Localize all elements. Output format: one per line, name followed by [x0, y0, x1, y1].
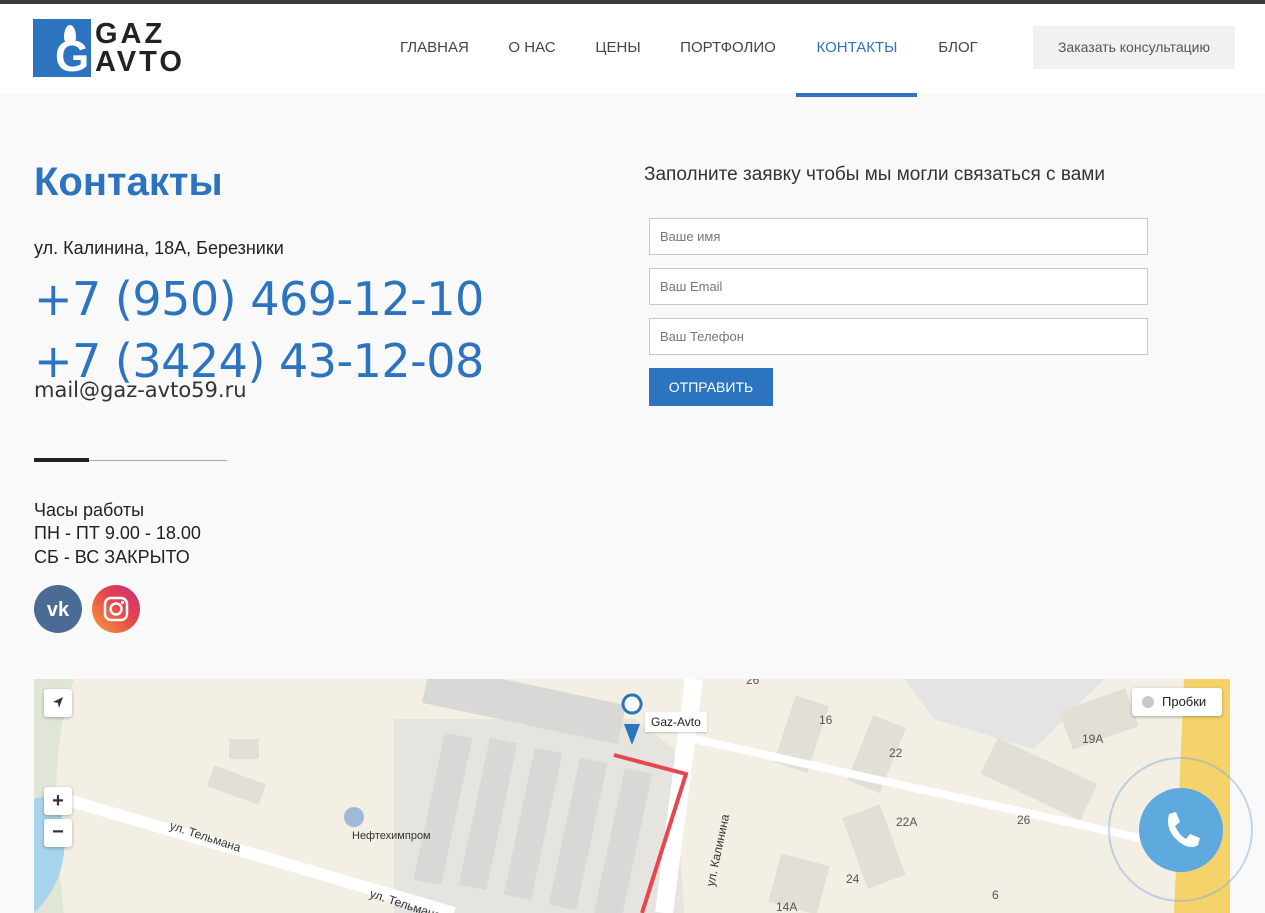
house-number: 24 [846, 872, 860, 886]
hours-weekdays: ПН - ПТ 9.00 - 18.00 [34, 523, 201, 543]
email-field[interactable] [649, 268, 1148, 305]
active-nav-indicator [796, 93, 917, 97]
name-field[interactable] [649, 218, 1148, 255]
house-number: 22 [889, 746, 903, 760]
map-canvas: Нефтехимпром ул. Тельмана ул. Тельмана у… [34, 679, 1230, 913]
geolocation-button[interactable] [44, 689, 72, 717]
zoom-out-button[interactable]: − [44, 819, 72, 847]
zoom-in-button[interactable]: + [44, 787, 72, 815]
hours-title: Часы работы [34, 500, 145, 520]
street-label: ул. Калинина [703, 813, 732, 888]
logo-text-top: GAZ [95, 18, 166, 50]
nav-item-blog[interactable]: БЛОГ [937, 4, 979, 93]
map[interactable]: Нефтехимпром ул. Тельмана ул. Тельмана у… [34, 679, 1230, 913]
instagram-icon [103, 596, 129, 622]
instagram-button[interactable] [92, 585, 140, 633]
form-title: Заполните заявку чтобы мы могли связатьс… [644, 164, 1105, 185]
svg-text:vk: vk [47, 599, 70, 621]
vk-button[interactable]: vk [34, 585, 82, 633]
nav-item-prices[interactable]: ЦЕНЫ [595, 4, 641, 93]
callback-button[interactable] [1139, 788, 1223, 872]
house-number: 26 [1017, 813, 1031, 827]
hours-weekend: СБ - ВС ЗАКРЫТО [34, 547, 190, 567]
nav-item-home[interactable]: ГЛАВНАЯ [400, 4, 469, 93]
nav-item-contacts[interactable]: КОНТАКТЫ [816, 4, 898, 93]
divider-accent [34, 458, 89, 462]
house-number: 22А [896, 815, 917, 829]
logo-letter: G [55, 32, 90, 81]
phone-field[interactable] [649, 318, 1148, 355]
poi-label: Нефтехимпром [352, 830, 431, 842]
map-pin-label: Gaz-Avto [645, 712, 707, 732]
traffic-light-icon [1142, 696, 1154, 708]
submit-button[interactable]: ОТПРАВИТЬ [649, 368, 773, 406]
nav-item-about[interactable]: О НАС [508, 4, 556, 93]
vk-icon: vk [47, 599, 70, 621]
phone-icon [1168, 812, 1200, 848]
traffic-toggle[interactable]: Пробки [1132, 688, 1222, 716]
page-title: Контакты [34, 160, 223, 204]
consultation-button[interactable]: Заказать консультацию [1033, 26, 1235, 69]
house-number: 19А [1082, 732, 1103, 746]
phone-link-mobile[interactable]: +7 (950) 469-12-10 [34, 272, 484, 326]
site-logo[interactable]: G GAZ AVTO [33, 19, 198, 79]
email-link[interactable]: mail@gaz-avto59.ru [34, 378, 247, 402]
logo-text-bottom: AVTO [95, 46, 185, 78]
traffic-label: Пробки [1162, 694, 1207, 709]
location-arrow-icon [53, 697, 63, 708]
house-number: 14А [776, 900, 797, 913]
house-number: 26 [746, 679, 760, 687]
address: ул. Калинина, 18А, Березники [34, 238, 284, 258]
nav-item-portfolio[interactable]: ПОРТФОЛИО [680, 4, 776, 93]
house-number: 16 [819, 713, 833, 727]
house-number: 6 [992, 888, 999, 902]
